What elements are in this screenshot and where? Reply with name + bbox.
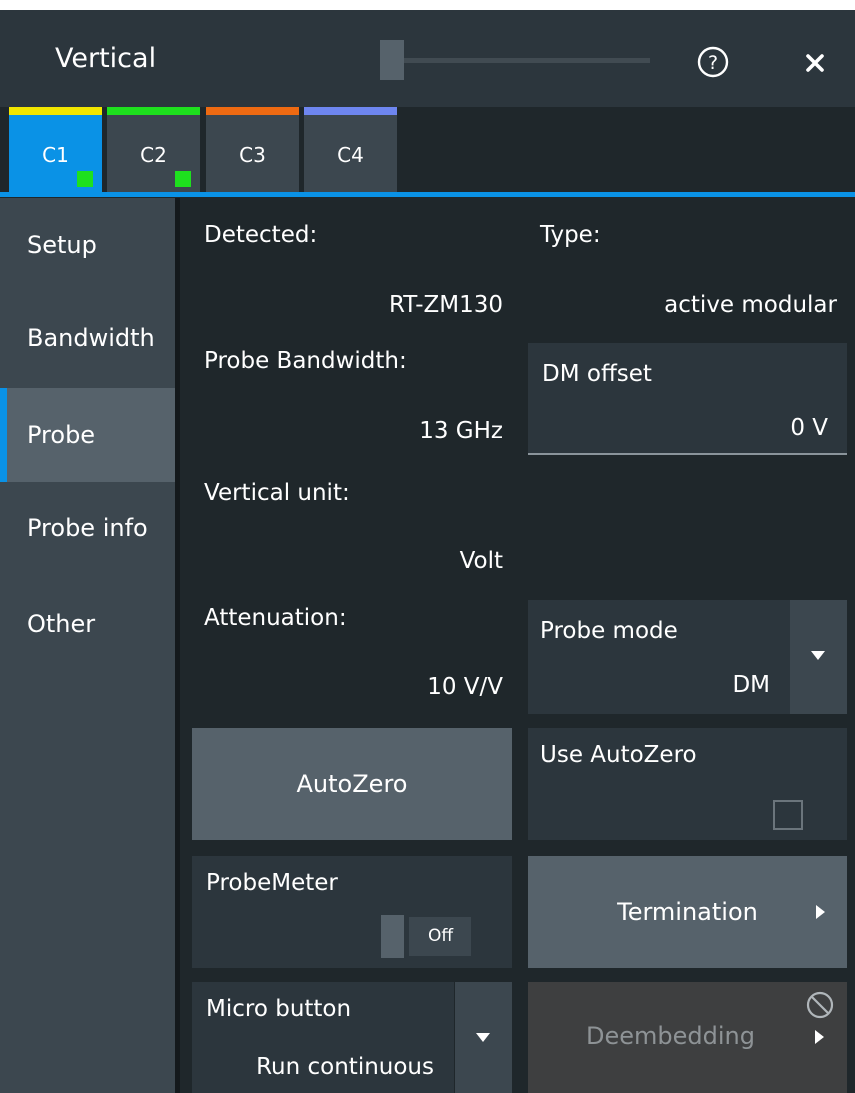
dm-offset-field[interactable]: DM offset 0 V [528,343,847,455]
tab-label: C4 [337,143,364,167]
probe-bandwidth-value: 13 GHz [419,418,503,444]
use-autozero-checkbox[interactable] [773,800,803,830]
chevron-right-icon [816,905,825,919]
sidebar-divider [175,198,180,1093]
channel-on-indicator [77,171,93,187]
use-autozero-label: Use AutoZero [540,742,697,768]
sidebar-item-label: Probe [27,421,96,449]
transparency-slider-handle[interactable] [380,40,404,80]
tabs-underline [0,192,855,197]
use-autozero-toggle[interactable]: Use AutoZero [528,728,847,840]
help-circle-icon[interactable]: ? [697,46,729,78]
tab-c3[interactable]: C3 [206,107,299,195]
dm-offset-value: 0 V [790,415,828,441]
sidebar-item-other[interactable]: Other [0,576,175,670]
termination-button[interactable]: Termination [528,856,847,968]
attenuation-value: 10 V/V [427,674,503,700]
disabled-circle-icon [806,991,834,1019]
vertical-unit-label: Vertical unit: [204,480,350,506]
chevron-down-icon [476,1033,490,1042]
type-value: active modular [664,292,837,318]
svg-text:?: ? [708,52,718,74]
sidebar-item-bandwidth[interactable]: Bandwidth [0,292,175,386]
tab-label: C2 [140,143,167,167]
sidebar-item-label: Probe info [27,514,148,542]
dialog-title: Vertical [55,43,157,74]
tab-label: C3 [239,143,266,167]
sidebar-item-probe[interactable]: Probe [0,388,175,482]
detected-label: Detected: [204,222,318,248]
probe-mode-value: DM [732,672,770,698]
probe-mode-dropdown-button[interactable] [790,600,847,714]
tab-c2[interactable]: C2 [107,107,200,195]
dm-offset-label: DM offset [542,361,652,387]
attenuation-label: Attenuation: [204,605,347,631]
title-bar: Vertical ? [0,10,855,107]
vertical-unit-value: Volt [459,548,503,574]
channel-color-stripe [9,107,102,115]
sidebar-item-label: Setup [27,231,97,259]
deembedding-button-label: Deembedding [586,1022,755,1050]
chevron-right-icon [815,1030,824,1044]
probemeter-toggle[interactable]: ProbeMeter Off [192,856,512,968]
channel-tabs: C1 C2 C3 C4 [0,107,855,198]
channel-on-indicator [175,171,191,187]
close-icon[interactable] [800,48,830,78]
sidebar-item-label: Bandwidth [27,324,155,352]
micro-button-label: Micro button [206,996,352,1022]
edit-underline [528,453,847,455]
autozero-button[interactable]: AutoZero [192,728,512,840]
detected-value: RT-ZM130 [388,292,503,318]
type-label: Type: [540,222,601,248]
probemeter-state: Off [428,926,454,946]
probemeter-switch-knob[interactable] [381,915,404,958]
probe-mode-dropdown[interactable]: Probe mode DM [528,600,790,714]
sidebar-item-probe-info[interactable]: Probe info [0,482,175,576]
probemeter-label: ProbeMeter [206,870,338,896]
tab-label: C1 [42,143,69,167]
micro-button-dropdown[interactable]: Micro button Run continuous [192,982,454,1093]
deembedding-button: Deembedding [528,982,847,1093]
transparency-slider-track[interactable] [404,58,650,63]
vertical-dialog: Vertical ? C1 C2 C3 C4 Setup Bandwidth P… [0,10,855,1093]
termination-button-label: Termination [617,898,758,926]
tab-c4[interactable]: C4 [304,107,397,195]
channel-color-stripe [107,107,200,115]
tab-c1[interactable]: C1 [9,107,102,195]
channel-color-stripe [206,107,299,115]
probe-bandwidth-label: Probe Bandwidth: [204,348,407,374]
micro-button-value: Run continuous [256,1054,434,1080]
probe-mode-label: Probe mode [540,618,678,644]
micro-button-dropdown-button[interactable] [455,982,512,1093]
channel-color-stripe [304,107,397,115]
side-navigation: Setup Bandwidth Probe Probe info Other [0,198,175,1093]
chevron-down-icon [811,651,825,660]
sidebar-item-label: Other [27,610,96,638]
autozero-button-label: AutoZero [296,770,408,798]
sidebar-item-setup[interactable]: Setup [0,198,175,292]
